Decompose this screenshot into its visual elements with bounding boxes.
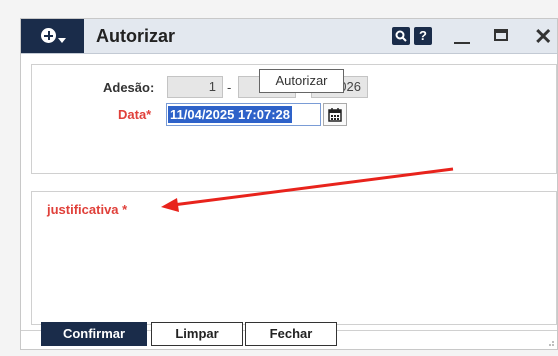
dropdown-arrow-icon [58,38,66,43]
autorizar-window: Autorizar ? ✕ Adesão: 1 - 49 / 2026 Data… [20,18,558,350]
app-menu-button[interactable] [21,19,84,53]
clear-button[interactable]: Limpar [151,322,243,346]
help-button[interactable]: ? [414,27,432,45]
justificativa-textarea[interactable] [33,215,557,325]
title-bar: Autorizar ? ✕ [21,19,557,54]
adesao-label: Adesão: [103,80,155,95]
search-button[interactable] [392,27,410,45]
confirm-button[interactable]: Confirmar [41,322,147,346]
data-label: Data* [118,107,152,122]
window-title: Autorizar [96,26,176,46]
calendar-icon [328,108,342,122]
data-input[interactable]: 11/04/2025 17:07:28 [166,103,321,126]
resize-grip-icon[interactable] [547,339,555,347]
close-icon[interactable]: ✕ [534,24,552,50]
data-input-value: 11/04/2025 17:07:28 [168,106,292,123]
close-button[interactable]: Fechar [245,322,337,346]
maximize-icon[interactable] [494,29,508,41]
calendar-button[interactable] [323,103,347,126]
adesao-part1-field: 1 [167,76,223,98]
add-circle-icon [41,28,56,43]
autorizar-tooltip: Autorizar [259,69,344,93]
adesao-separator-1: - [227,80,232,95]
minimize-icon[interactable] [454,42,470,44]
search-icon [395,30,407,42]
